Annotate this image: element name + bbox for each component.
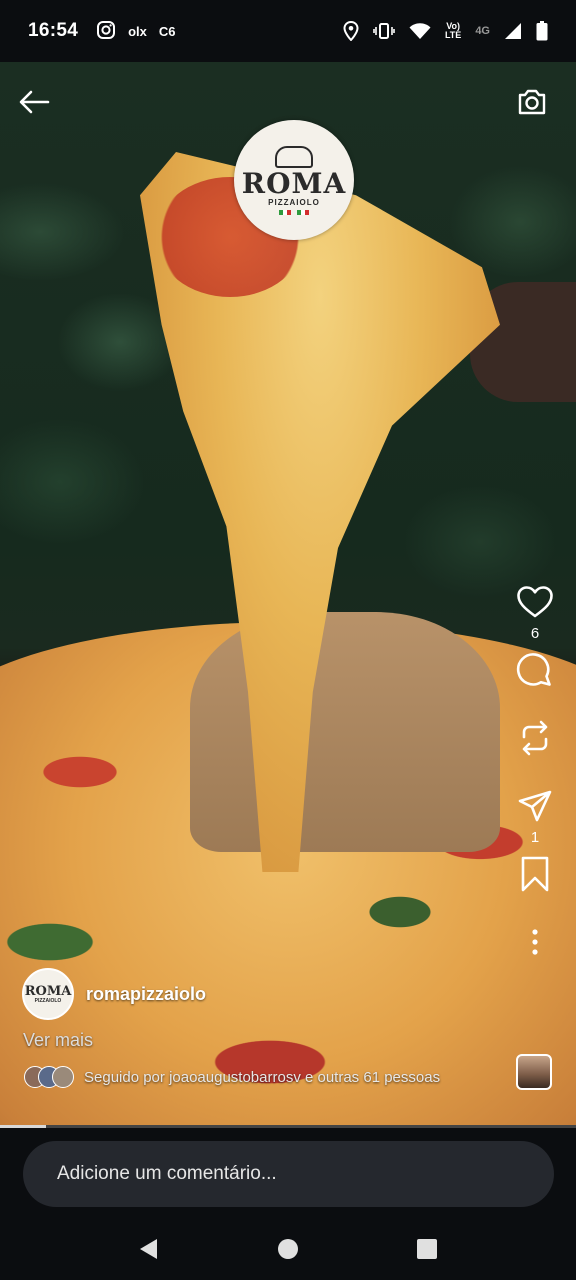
nav-home-button[interactable]: [264, 1225, 312, 1273]
nav-back-button[interactable]: [125, 1225, 173, 1273]
system-icons: Vo) LTE 4G: [343, 21, 548, 41]
author-username[interactable]: romapizzaiolo: [86, 984, 206, 1005]
save-button[interactable]: [511, 852, 559, 896]
location-icon: [343, 21, 359, 41]
see-more-link[interactable]: Ver mais: [23, 1030, 93, 1051]
chef-hat-icon: [275, 145, 313, 168]
audio-thumbnail[interactable]: [516, 1054, 552, 1090]
heart-icon: [517, 586, 553, 618]
nav-recents-button[interactable]: [403, 1225, 451, 1273]
repost-icon: [522, 720, 548, 756]
share-count: 1: [530, 829, 540, 846]
triangle-back-icon: [140, 1239, 158, 1259]
like-button[interactable]: [511, 580, 559, 624]
status-bar: 16:54 olx C6 Vo) LTE 4G: [0, 0, 576, 62]
volte-icon: Vo) LTE: [445, 22, 461, 40]
camera-icon: [518, 89, 546, 115]
more-options-button[interactable]: [511, 920, 559, 964]
network-type: 4G: [475, 25, 490, 37]
italy-flag-icon: [279, 209, 309, 215]
wifi-icon: [409, 22, 431, 40]
status-time: 16:54: [28, 20, 79, 41]
follower-avatars: [24, 1066, 74, 1088]
bookmark-icon: [521, 856, 549, 892]
action-rail: 6 1: [510, 580, 560, 964]
back-button[interactable]: [16, 84, 52, 120]
camera-button[interactable]: [512, 82, 552, 122]
followed-by-row[interactable]: Seguido por joaoaugustobarrosv e outras …: [24, 1066, 440, 1088]
comment-input[interactable]: [23, 1141, 554, 1207]
comment-button[interactable]: [511, 648, 559, 692]
instagram-icon: [96, 20, 116, 43]
send-icon: [518, 790, 552, 822]
author-row[interactable]: ROMA PIZZAIOLO romapizzaiolo: [22, 968, 206, 1020]
brand-logo: ROMA PIZZAIOLO: [234, 120, 354, 240]
wooden-board: [190, 612, 500, 852]
lte-label: LTE: [444, 30, 462, 40]
comment-icon: [516, 653, 551, 686]
arrow-left-icon: [19, 90, 50, 114]
remix-button[interactable]: [511, 716, 559, 760]
system-nav-bar: [0, 1218, 576, 1280]
signal-icon: [504, 22, 522, 40]
share-button[interactable]: [511, 784, 559, 828]
avatar[interactable]: ROMA PIZZAIOLO: [22, 968, 74, 1020]
battery-icon: [536, 21, 548, 41]
more-vertical-icon: [532, 929, 538, 955]
followed-by-text: Seguido por joaoaugustobarrosv e outras …: [84, 1068, 441, 1086]
comment-bar: [0, 1128, 576, 1218]
like-count: 6: [530, 625, 540, 642]
square-recents-icon: [416, 1239, 437, 1259]
notification-icons: olx C6: [96, 20, 176, 43]
vibrate-icon: [373, 22, 395, 40]
c6-icon: C6: [158, 23, 176, 39]
olx-icon: olx: [128, 23, 147, 39]
circle-home-icon: [277, 1239, 298, 1259]
